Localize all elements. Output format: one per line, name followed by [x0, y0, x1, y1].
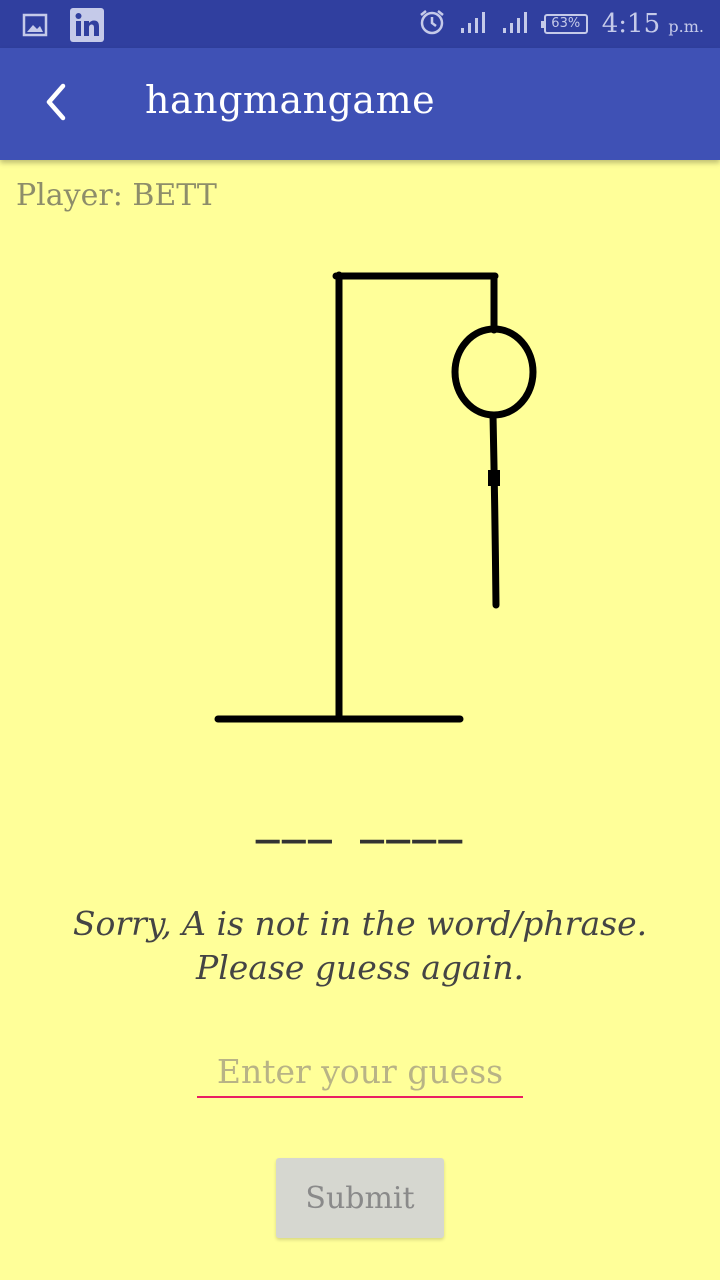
feedback-line-1: Sorry, A is not in the word/phrase.: [72, 904, 648, 943]
guess-input[interactable]: [197, 1046, 523, 1098]
feedback-line-2: Please guess again.: [196, 948, 524, 987]
word-blanks: ___ ____: [255, 798, 465, 844]
hangman-drawing: [214, 271, 537, 723]
feedback-message: Sorry, A is not in the word/phrase. Plea…: [0, 902, 720, 990]
submit-button[interactable]: Submit: [276, 1158, 444, 1238]
rope-hanging: [489, 411, 500, 609]
rope-knot: [488, 470, 500, 486]
noose-loop: [451, 325, 537, 419]
